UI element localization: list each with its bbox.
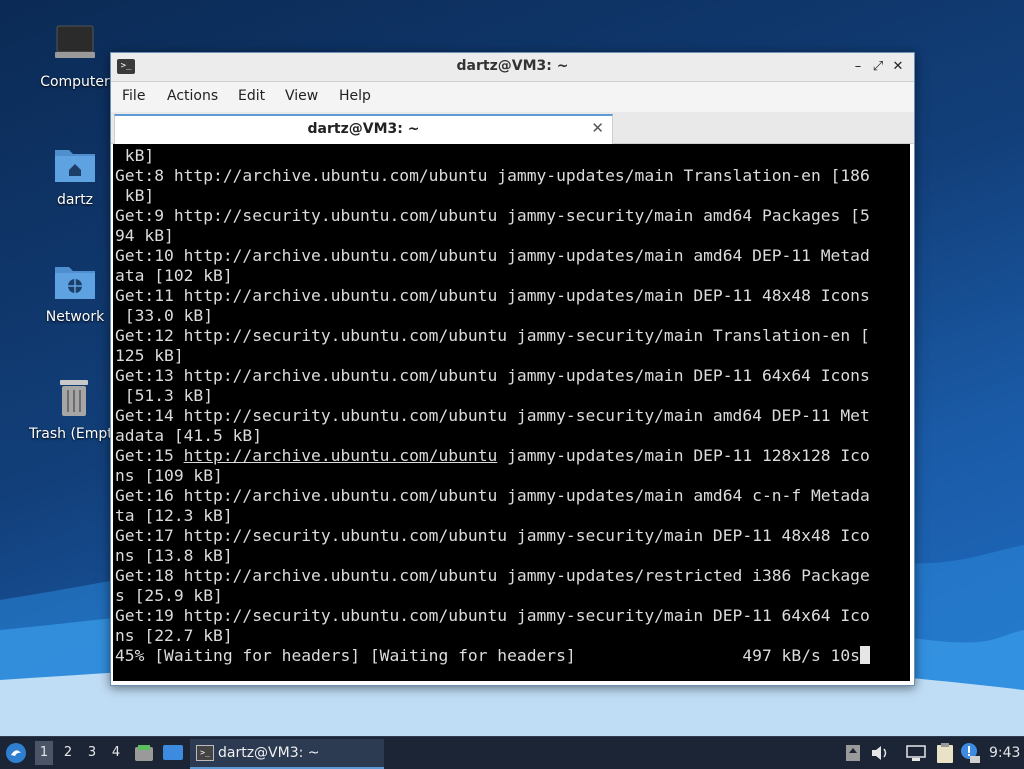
workspace-1[interactable]: 1 <box>35 741 53 765</box>
terminal-line-suffix: jammy-updates/main DEP-11 128x128 Ico <box>497 446 870 465</box>
terminal-line: kB] <box>115 186 155 205</box>
clipboard-icon[interactable] <box>935 742 955 764</box>
terminal-line: Get:8 http://archive.ubuntu.com/ubuntu j… <box>115 166 870 185</box>
home-folder-icon <box>55 150 95 182</box>
terminal-line: Get:13 http://archive.ubuntu.com/ubuntu … <box>115 366 870 385</box>
maximize-button[interactable]: ⤢ <box>868 57 888 77</box>
volume-up-indicator-icon[interactable] <box>845 744 861 762</box>
terminal-line: Get:14 http://security.ubuntu.com/ubuntu… <box>115 406 870 425</box>
show-desktop-icon[interactable] <box>162 743 184 763</box>
terminal-line: ns [22.7 kB] <box>115 626 233 645</box>
tab-close-icon[interactable]: ✕ <box>591 119 604 137</box>
terminal-progress-line: 45% [Waiting for headers] [Waiting for h… <box>115 646 870 666</box>
terminal-line-15: Get:15 http://archive.ubuntu.com/ubuntu … <box>115 446 870 466</box>
terminal-line: 94 kB] <box>115 226 174 245</box>
terminal-line: Get:11 http://archive.ubuntu.com/ubuntu … <box>115 286 870 305</box>
terminal-line: ns [13.8 kB] <box>115 546 233 565</box>
terminal-url-link[interactable]: http://archive.ubuntu.com/ubuntu <box>184 446 498 465</box>
terminal-line: ta [12.3 kB] <box>115 506 233 525</box>
menu-bar: File Actions Edit View Help <box>111 82 914 112</box>
tab-terminal[interactable]: dartz@VM3: ~ ✕ <box>114 114 613 144</box>
terminal-line: Get:9 http://security.ubuntu.com/ubuntu … <box>115 206 870 225</box>
close-button[interactable]: ✕ <box>888 57 908 77</box>
speaker-icon[interactable] <box>870 744 890 762</box>
terminal-line: adata [41.5 kB] <box>115 426 263 445</box>
network-icon[interactable] <box>905 744 927 762</box>
computer-icon <box>55 25 95 58</box>
terminal-line: Get:19 http://security.ubuntu.com/ubuntu… <box>115 606 870 625</box>
terminal-window: >_ dartz@VM3: ~ – ⤢ ✕ File Actions Edit … <box>110 52 915 686</box>
menu-help[interactable]: Help <box>339 88 371 104</box>
minimize-button[interactable]: – <box>848 57 868 77</box>
menu-view[interactable]: View <box>285 88 318 104</box>
file-manager-icon[interactable] <box>134 743 154 763</box>
tab-bar: dartz@VM3: ~ ✕ <box>111 112 914 144</box>
menu-edit[interactable]: Edit <box>238 88 265 104</box>
clock[interactable]: 9:43 <box>989 745 1020 761</box>
window-titlebar[interactable]: >_ dartz@VM3: ~ – ⤢ ✕ <box>111 53 914 82</box>
terminal-line: ata [102 kB] <box>115 266 233 285</box>
terminal-task-icon: >_ <box>196 745 214 761</box>
terminal-line: Get:12 http://security.ubuntu.com/ubuntu… <box>115 326 870 345</box>
notification-icon[interactable] <box>960 742 982 764</box>
menu-actions[interactable]: Actions <box>167 88 218 104</box>
terminal-line: 125 kB] <box>115 346 184 365</box>
terminal-line: [51.3 kB] <box>115 386 214 405</box>
workspace-3[interactable]: 3 <box>83 745 101 760</box>
terminal-line: [33.0 kB] <box>115 306 214 325</box>
taskbar-terminal-button[interactable]: >_ dartz@VM3: ~ <box>190 739 384 769</box>
terminal-line: Get:16 http://archive.ubuntu.com/ubuntu … <box>115 486 870 505</box>
terminal-line: ns [109 kB] <box>115 466 223 485</box>
workspace-2[interactable]: 2 <box>59 745 77 760</box>
terminal-line: Get:18 http://archive.ubuntu.com/ubuntu … <box>115 566 870 585</box>
progress-status-text: 45% [Waiting for headers] [Waiting for h… <box>115 646 860 665</box>
taskbar-terminal-title: dartz@VM3: ~ <box>218 745 320 761</box>
trash-icon <box>60 380 88 416</box>
terminal-output[interactable]: kB] Get:8 http://archive.ubuntu.com/ubun… <box>113 144 910 681</box>
terminal-line: Get:10 http://archive.ubuntu.com/ubuntu … <box>115 246 870 265</box>
terminal-line: s [25.9 kB] <box>115 586 223 605</box>
menu-file[interactable]: File <box>122 88 145 104</box>
workspace-4[interactable]: 4 <box>107 745 125 760</box>
terminal-line: kB] <box>115 146 155 165</box>
text-cursor <box>859 646 870 664</box>
terminal-line-prefix: Get:15 <box>115 446 184 465</box>
network-folder-icon <box>55 267 95 299</box>
bottom-panel: 1 2 3 4 >_ dartz@VM3: ~ 9:43 <box>0 736 1024 769</box>
window-title: dartz@VM3: ~ <box>456 58 569 74</box>
tab-label: dartz@VM3: ~ <box>307 121 420 137</box>
terminal-line: Get:17 http://security.ubuntu.com/ubuntu… <box>115 526 870 545</box>
start-menu-icon[interactable] <box>5 742 27 764</box>
